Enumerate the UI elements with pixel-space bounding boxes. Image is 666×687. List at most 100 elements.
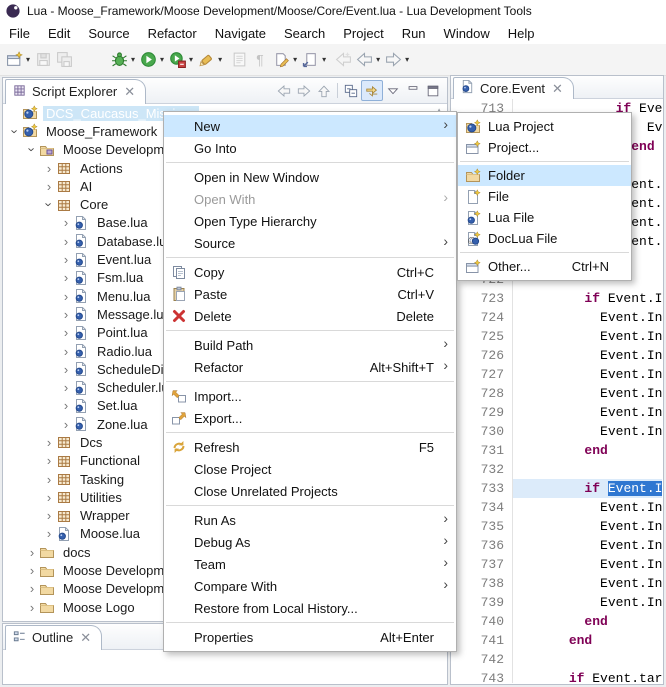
view-menu-icon[interactable] — [383, 81, 403, 100]
menu-item-doclua-file[interactable]: @DocLua File — [458, 228, 631, 249]
menu-item-run-as[interactable]: Run As› — [164, 509, 456, 531]
code-line-726[interactable]: 726 Event.IniUnitName = Event.IniDCSUnit… — [452, 346, 662, 365]
chevron-collapsed-icon[interactable]: › — [59, 380, 73, 395]
code-line-737[interactable]: 737 Event.IniUnit = SCENERY:Register( Ev… — [452, 555, 662, 574]
code-line-733[interactable]: 733 if Event.IniObjectCategory == Object… — [452, 479, 662, 498]
code-line-734[interactable]: 734 Event.IniDCSUnit = Event.initiator — [452, 498, 662, 517]
chevron-collapsed-icon[interactable]: › — [59, 270, 73, 285]
chevron-collapsed-icon[interactable]: › — [59, 289, 73, 304]
menu-item-debug-as[interactable]: Debug As› — [164, 531, 456, 553]
tab-script-explorer[interactable]: Script Explorer ✕ — [5, 79, 146, 104]
menu-item-folder[interactable]: Folder — [458, 165, 631, 186]
chevron-collapsed-icon[interactable]: › — [42, 179, 56, 194]
code-line-731[interactable]: 731 end — [452, 441, 662, 460]
menu-item-refresh[interactable]: RefreshF5 — [164, 436, 456, 458]
code-line-738[interactable]: 738 Event.IniCategory = Unit.Category.ST… — [452, 574, 662, 593]
menu-item-lua-file[interactable]: Lua File — [458, 207, 631, 228]
minimize-icon[interactable] — [403, 81, 423, 100]
chevron-collapsed-icon[interactable]: › — [59, 362, 73, 377]
chevron-collapsed-icon[interactable]: › — [25, 545, 39, 560]
code-line-743[interactable]: 743 if Event.target then — [452, 669, 662, 683]
menu-source[interactable]: Source — [79, 24, 138, 43]
menu-item-new[interactable]: New› — [164, 115, 456, 137]
chevron-collapsed-icon[interactable]: › — [42, 526, 56, 541]
chevron-collapsed-icon[interactable]: › — [59, 234, 73, 249]
menu-item-open-in-new-window[interactable]: Open in New Window — [164, 166, 456, 188]
menu-item-copy[interactable]: CopyCtrl+C — [164, 261, 456, 283]
close-icon[interactable]: ✕ — [552, 82, 563, 95]
menu-file[interactable]: File — [0, 24, 39, 43]
menu-item-project[interactable]: Project... — [458, 137, 631, 158]
chevron-collapsed-icon[interactable]: › — [25, 618, 39, 620]
chevron-collapsed-icon[interactable]: › — [42, 508, 56, 523]
chevron-expanded-icon[interactable]: › — [42, 198, 57, 212]
run-dropdown-icon[interactable]: ▾ — [160, 55, 164, 64]
code-line-727[interactable]: 727 Event.IniUnit = STATIC:FindByName( E… — [452, 365, 662, 384]
chevron-collapsed-icon[interactable]: › — [25, 563, 39, 578]
menu-item-open-type-hierarchy[interactable]: Open Type Hierarchy — [164, 210, 456, 232]
menu-item-source[interactable]: Source› — [164, 232, 456, 254]
menu-item-export[interactable]: Export... — [164, 407, 456, 429]
chevron-expanded-icon[interactable]: › — [25, 143, 40, 157]
debug-icon[interactable] — [109, 49, 130, 70]
menu-item-properties[interactable]: PropertiesAlt+Enter — [164, 626, 456, 648]
close-icon[interactable]: ✕ — [80, 631, 91, 644]
code-line-735[interactable]: 735 Event.IniDCSUnitName = Event.IniDCSU… — [452, 517, 662, 536]
menu-item-build-path[interactable]: Build Path› — [164, 334, 456, 356]
chevron-collapsed-icon[interactable]: › — [59, 344, 73, 359]
view-forward-icon[interactable] — [294, 81, 314, 100]
menu-item-restore-from-local-history[interactable]: Restore from Local History... — [164, 597, 456, 619]
debug-dropdown-icon[interactable]: ▾ — [131, 55, 135, 64]
checkin-icon[interactable] — [271, 49, 292, 70]
menu-item-refactor[interactable]: RefactorAlt+Shift+T› — [164, 356, 456, 378]
menu-navigate[interactable]: Navigate — [206, 24, 275, 43]
code-line-729[interactable]: 729 Event.IniTypeName = Event.IniDCSUnit… — [452, 403, 662, 422]
chevron-collapsed-icon[interactable]: › — [59, 252, 73, 267]
code-line-736[interactable]: 736 Event.IniUnitName = Event.IniDCSUnit… — [452, 536, 662, 555]
code-line-732[interactable]: 732 — [452, 460, 662, 479]
menu-item-import[interactable]: Import... — [164, 385, 456, 407]
menu-item-compare-with[interactable]: Compare With› — [164, 575, 456, 597]
chevron-collapsed-icon[interactable]: › — [42, 490, 56, 505]
chevron-collapsed-icon[interactable]: › — [42, 435, 56, 450]
menu-search[interactable]: Search — [275, 24, 334, 43]
menu-item-paste[interactable]: PasteCtrl+V — [164, 283, 456, 305]
run-icon[interactable] — [138, 49, 159, 70]
back-dropdown-icon[interactable]: ▾ — [376, 55, 380, 64]
chevron-collapsed-icon[interactable]: › — [59, 325, 73, 340]
code-line-728[interactable]: 728 Event.IniCategory = Unit.Category.ST… — [452, 384, 662, 403]
code-line-740[interactable]: 740 end — [452, 612, 662, 631]
tab-outline[interactable]: Outline ✕ — [5, 625, 102, 650]
view-back-icon[interactable] — [274, 81, 294, 100]
new-wizard-icon[interactable] — [4, 49, 25, 70]
menu-run[interactable]: Run — [393, 24, 435, 43]
menu-item-lua-project[interactable]: Lua Project — [458, 116, 631, 137]
coverage-icon[interactable] — [167, 49, 188, 70]
menu-item-team[interactable]: Team› — [164, 553, 456, 575]
menu-item-other[interactable]: Other...Ctrl+N — [458, 256, 631, 277]
forward-icon[interactable] — [383, 49, 404, 70]
external-tools-dropdown-icon[interactable]: ▾ — [218, 55, 222, 64]
menu-project[interactable]: Project — [334, 24, 392, 43]
menu-item-go-into[interactable]: Go Into — [164, 137, 456, 159]
forward-dropdown-icon[interactable]: ▾ — [405, 55, 409, 64]
chevron-collapsed-icon[interactable]: › — [59, 307, 73, 322]
chevron-collapsed-icon[interactable]: › — [59, 215, 73, 230]
new-wizard-dropdown-icon[interactable]: ▾ — [26, 55, 30, 64]
menu-edit[interactable]: Edit — [39, 24, 79, 43]
code-line-723[interactable]: 723 if Event.IniObjectCategory == Object… — [452, 289, 662, 308]
annotation-icon[interactable] — [300, 49, 321, 70]
chevron-collapsed-icon[interactable]: › — [42, 161, 56, 176]
chevron-collapsed-icon[interactable]: › — [59, 398, 73, 413]
code-line-742[interactable]: 742 — [452, 650, 662, 669]
maximize-icon[interactable] — [423, 81, 443, 100]
code-line-730[interactable]: 730 Event.IniDCSGroupName = Event.IniDCS… — [452, 422, 662, 441]
back-icon[interactable] — [354, 49, 375, 70]
link-editor-icon[interactable] — [361, 80, 383, 101]
close-icon[interactable]: ✕ — [124, 85, 135, 98]
menu-window[interactable]: Window — [435, 24, 499, 43]
chevron-collapsed-icon[interactable]: › — [42, 453, 56, 468]
chevron-collapsed-icon[interactable]: › — [42, 472, 56, 487]
menu-help[interactable]: Help — [499, 24, 544, 43]
annotation-dropdown-icon[interactable]: ▾ — [322, 55, 326, 64]
